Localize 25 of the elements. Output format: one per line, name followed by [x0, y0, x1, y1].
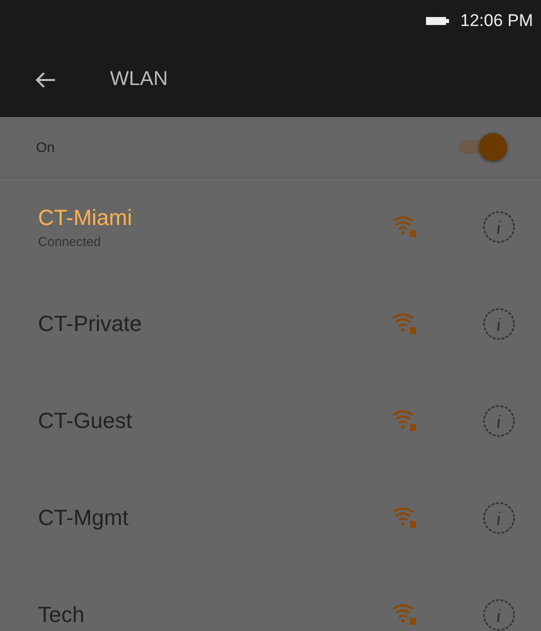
network-row[interactable]: Tech [0, 566, 541, 631]
network-name: CT-Mgmt [38, 504, 128, 530]
info-icon[interactable] [482, 306, 516, 340]
battery-icon [426, 16, 450, 26]
info-icon[interactable] [482, 210, 516, 244]
wifi-lock-icon [392, 506, 418, 530]
network-name: CT-Guest [38, 408, 132, 434]
info-icon[interactable] [482, 404, 516, 438]
wlan-toggle[interactable] [459, 133, 507, 161]
wifi-lock-icon [392, 312, 418, 336]
network-name: CT-Private [38, 310, 142, 336]
switch-label: On [36, 139, 55, 155]
info-icon[interactable] [482, 598, 516, 631]
network-row[interactable]: CT-Guest [0, 372, 541, 469]
info-icon[interactable] [482, 500, 516, 534]
network-row[interactable]: CT-Private [0, 275, 541, 372]
wifi-lock-icon [392, 408, 418, 432]
network-name: CT-Miami [38, 204, 132, 230]
wifi-lock-icon [392, 602, 418, 626]
status-time: 12:06 PM [460, 11, 533, 31]
network-row[interactable]: CT-Mgmt [0, 469, 541, 566]
network-name: Tech [38, 602, 84, 628]
screen-title: WLAN [110, 68, 168, 91]
back-arrow-icon[interactable] [34, 70, 56, 88]
wifi-lock-icon [392, 214, 418, 238]
